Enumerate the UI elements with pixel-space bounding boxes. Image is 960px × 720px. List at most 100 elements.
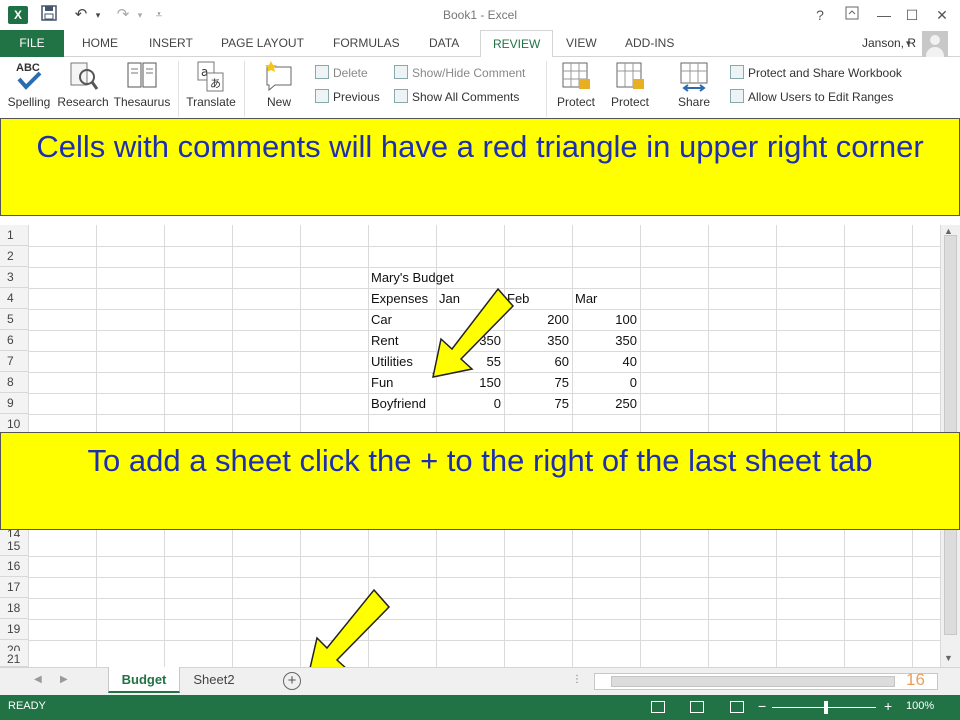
show-hide-comment-icon — [394, 65, 408, 79]
cell-feb[interactable]: 200 — [504, 312, 569, 327]
row-header[interactable]: 19 — [0, 619, 28, 640]
cell-header-jan[interactable]: Jan — [439, 291, 460, 306]
protect-and-share-workbook-button[interactable]: Protect and Share Workbook — [730, 65, 902, 81]
previous-comment-button[interactable]: Previous — [315, 89, 380, 105]
tab-insert[interactable]: INSERT — [149, 30, 193, 57]
tab-review[interactable]: REVIEW — [480, 30, 554, 58]
user-dropdown-icon[interactable]: ▾ — [906, 30, 911, 57]
zoom-in-icon[interactable]: + — [884, 698, 892, 714]
ribbon-separator — [244, 61, 245, 117]
spelling-button[interactable]: ABC Spelling — [6, 59, 52, 109]
help-button[interactable]: ? — [808, 5, 832, 25]
row-header[interactable]: 7 — [0, 351, 28, 372]
allow-users-to-edit-ranges-button[interactable]: Allow Users to Edit Ranges — [730, 89, 893, 105]
cell-mar[interactable]: 40 — [572, 354, 637, 369]
row-header[interactable]: 3 — [0, 267, 28, 288]
sheet-tab-sheet2[interactable]: Sheet2 — [182, 667, 246, 693]
row-header[interactable]: 18 — [0, 598, 28, 619]
cell-label[interactable]: Utilities — [371, 354, 413, 369]
delete-comment-button[interactable]: Delete — [315, 65, 368, 81]
tab-file[interactable]: FILE — [0, 30, 64, 57]
tab-page-layout[interactable]: PAGE LAYOUT — [221, 30, 304, 57]
show-hide-comment-button[interactable]: Show/Hide Comment — [394, 65, 525, 81]
row-header[interactable]: 9 — [0, 393, 28, 414]
tab-view[interactable]: VIEW — [566, 30, 597, 57]
protect-workbook-label: Protect — [610, 95, 649, 109]
zoom-out-icon[interactable]: − — [758, 698, 766, 714]
ribbon-display-options-icon[interactable] — [840, 5, 864, 25]
tab-split-handle-icon[interactable]: ⋮ — [572, 674, 582, 685]
tab-data[interactable]: DATA — [429, 30, 459, 57]
cell-jan[interactable]: 55 — [436, 354, 501, 369]
page-break-preview-icon[interactable] — [730, 701, 744, 713]
research-button[interactable]: Research — [56, 59, 110, 109]
grid-line — [28, 351, 940, 352]
protect-workbook-button[interactable]: Protect — [606, 59, 654, 109]
cell-header-feb[interactable]: Feb — [507, 291, 529, 306]
research-icon — [67, 59, 99, 93]
cell-mar[interactable]: 100 — [572, 312, 637, 327]
zoom-level[interactable]: 100% — [906, 700, 934, 712]
cell-title[interactable]: Mary's Budget — [371, 270, 454, 285]
share-workbook-button[interactable]: Share — [670, 59, 718, 109]
cell-jan[interactable]: 350 — [436, 333, 501, 348]
thesaurus-button[interactable]: Thesaurus — [112, 59, 172, 109]
zoom-slider-thumb[interactable] — [824, 701, 828, 714]
row-header[interactable]: 17 — [0, 577, 28, 598]
row-header[interactable]: 16 — [0, 556, 28, 577]
scroll-down-icon[interactable]: ▼ — [944, 653, 953, 663]
cell-feb[interactable]: 75 — [504, 375, 569, 390]
horizontal-scrollbar[interactable] — [594, 673, 938, 690]
show-all-comments-button[interactable]: Show All Comments — [394, 89, 519, 105]
minimize-icon[interactable]: — — [872, 5, 896, 25]
ribbon-tabs: FILE HOME INSERT PAGE LAYOUT FORMULAS DA… — [0, 30, 960, 58]
cell-feb[interactable]: 350 — [504, 333, 569, 348]
cell-mar[interactable]: 350 — [572, 333, 637, 348]
protect-and-share-label: Protect and Share Workbook — [748, 66, 902, 80]
maximize-icon[interactable]: ☐ — [900, 5, 924, 25]
grid-line — [28, 640, 940, 641]
grid-line — [28, 288, 940, 289]
cell-feb[interactable]: 75 — [504, 396, 569, 411]
cell-mar[interactable]: 0 — [572, 375, 637, 390]
horizontal-scroll-thumb[interactable] — [611, 676, 895, 687]
cell-jan[interactable]: 150 — [436, 375, 501, 390]
row-header[interactable]: 8 — [0, 372, 28, 393]
next-sheet-icon[interactable]: ▶ — [60, 674, 68, 685]
cell-label[interactable]: Car — [371, 312, 392, 327]
comment-indicator[interactable] — [432, 373, 436, 377]
add-sheet-button[interactable]: + — [283, 672, 301, 690]
close-icon[interactable]: ✕ — [930, 5, 954, 25]
cell-header-mar[interactable]: Mar — [575, 291, 597, 306]
cell-feb[interactable]: 60 — [504, 354, 569, 369]
row-header[interactable]: 5 — [0, 309, 28, 330]
cell-mar[interactable]: 250 — [572, 396, 637, 411]
tab-home[interactable]: HOME — [82, 30, 118, 57]
row-header[interactable]: 2 — [0, 246, 28, 267]
cell-jan[interactable]: 0 — [436, 396, 501, 411]
cell-label[interactable]: Boyfriend — [371, 396, 426, 411]
normal-view-icon[interactable] — [651, 701, 665, 713]
row-header[interactable]: 21 — [0, 651, 28, 667]
row-header[interactable]: 1 — [0, 225, 28, 246]
tab-add-ins[interactable]: ADD-INS — [625, 30, 674, 57]
thesaurus-label: Thesaurus — [113, 95, 171, 109]
page-layout-view-icon[interactable] — [690, 701, 704, 713]
cell-label[interactable]: Fun — [371, 375, 393, 390]
cell-header-expenses[interactable]: Expenses — [371, 291, 428, 306]
row-header[interactable]: 4 — [0, 288, 28, 309]
ribbon-separator — [178, 61, 179, 117]
new-comment-button[interactable]: New — [254, 59, 304, 109]
cell-label[interactable]: Rent — [371, 333, 398, 348]
translate-button[interactable]: aあ Translate — [184, 59, 238, 109]
protect-sheet-icon — [560, 59, 592, 93]
callout-comment-indicator: Cells with comments will have a red tria… — [0, 118, 960, 216]
row-header[interactable]: 6 — [0, 330, 28, 351]
protect-sheet-button[interactable]: Protect — [552, 59, 600, 109]
prev-sheet-icon[interactable]: ◀ — [34, 674, 42, 685]
avatar[interactable] — [922, 31, 948, 57]
svg-text:あ: あ — [210, 77, 221, 90]
row-header[interactable]: 15 — [0, 537, 28, 556]
sheet-tab-budget[interactable]: Budget — [108, 667, 180, 693]
tab-formulas[interactable]: FORMULAS — [333, 30, 400, 57]
